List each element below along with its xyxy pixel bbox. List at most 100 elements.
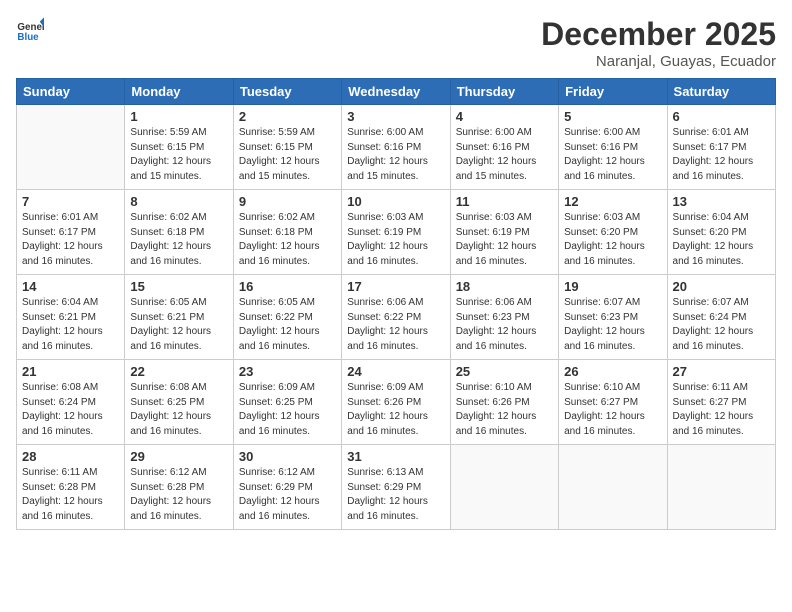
calendar-day-cell: 8Sunrise: 6:02 AM Sunset: 6:18 PM Daylig… xyxy=(125,190,233,275)
calendar-day-cell: 18 Sunrise: 6:06 AM Sunset: 6:23 PM Dayli… xyxy=(450,275,558,360)
day-info: Sunrise: 6:04 AM Sunset: 6:20 PM Dayligh… xyxy=(673,211,770,269)
calendar-day-cell: 29 Sunrise: 6:12 AM Sunset: 6:28 PM Dayli… xyxy=(125,445,233,530)
day-number: 22 xyxy=(130,364,227,379)
week-row-4: 21 Sunrise: 6:08 AM Sunset: 6:24 PM Dayli… xyxy=(17,360,776,445)
calendar-day-cell: 14 Sunrise: 6:04 AM Sunset: 6:21 PM Dayli… xyxy=(17,275,125,360)
calendar-day-cell: 30Sunrise: 6:12 AM Sunset: 6:29 PM Dayli… xyxy=(233,445,341,530)
location-subtitle: Naranjal, Guayas, Ecuador xyxy=(541,53,776,70)
day-info: Sunrise: 6:01 AM Sunset: 6:17 PM Dayligh… xyxy=(22,211,119,269)
day-info: Sunrise: 6:05 AM Sunset: 6:21 PM Dayligh… xyxy=(130,296,227,354)
day-info: Sunrise: 6:02 AM Sunset: 6:18 PM Dayligh… xyxy=(130,211,227,269)
calendar-day-cell: 15 Sunrise: 6:05 AM Sunset: 6:21 PM Dayli… xyxy=(125,275,233,360)
day-info: Sunrise: 5:59 AM Sunset: 6:15 PM Dayligh… xyxy=(239,126,336,184)
logo: General Blue xyxy=(16,16,44,44)
col-sunday: Sunday xyxy=(17,79,125,105)
calendar-day-cell: 11 Sunrise: 6:03 AM Sunset: 6:19 PM Dayli… xyxy=(450,190,558,275)
day-number: 27 xyxy=(673,364,770,379)
calendar-day-cell: 23 Sunrise: 6:09 AM Sunset: 6:25 PM Dayli… xyxy=(233,360,341,445)
week-row-1: 1Sunrise: 5:59 AM Sunset: 6:15 PM Daylig… xyxy=(17,105,776,190)
calendar-day-cell: 6Sunrise: 6:01 AM Sunset: 6:17 PM Daylig… xyxy=(667,105,775,190)
calendar-day-cell: 27 Sunrise: 6:11 AM Sunset: 6:27 PM Dayli… xyxy=(667,360,775,445)
day-info: Sunrise: 6:12 AM Sunset: 6:28 PM Dayligh… xyxy=(130,466,227,524)
day-info: Sunrise: 6:13 AM Sunset: 6:29 PM Dayligh… xyxy=(347,466,444,524)
calendar-day-cell: 10 Sunrise: 6:03 AM Sunset: 6:19 PM Dayli… xyxy=(342,190,450,275)
calendar-day-cell: 28 Sunrise: 6:11 AM Sunset: 6:28 PM Dayli… xyxy=(17,445,125,530)
calendar-day-cell: 12 Sunrise: 6:03 AM Sunset: 6:20 PM Dayli… xyxy=(559,190,667,275)
day-info: Sunrise: 6:04 AM Sunset: 6:21 PM Dayligh… xyxy=(22,296,119,354)
calendar-table: Sunday Monday Tuesday Wednesday Thursday… xyxy=(16,78,776,530)
day-info: Sunrise: 6:03 AM Sunset: 6:19 PM Dayligh… xyxy=(456,211,553,269)
day-info: Sunrise: 6:00 AM Sunset: 6:16 PM Dayligh… xyxy=(347,126,444,184)
month-year-title: December 2025 xyxy=(541,16,776,53)
calendar-day-cell: 20Sunrise: 6:07 AM Sunset: 6:24 PM Dayli… xyxy=(667,275,775,360)
calendar-day-cell xyxy=(667,445,775,530)
day-info: Sunrise: 6:11 AM Sunset: 6:28 PM Dayligh… xyxy=(22,466,119,524)
calendar-day-cell: 3 Sunrise: 6:00 AM Sunset: 6:16 PM Daylig… xyxy=(342,105,450,190)
day-number: 5 xyxy=(564,109,661,124)
calendar-day-cell: 26 Sunrise: 6:10 AM Sunset: 6:27 PM Dayli… xyxy=(559,360,667,445)
day-info: Sunrise: 6:11 AM Sunset: 6:27 PM Dayligh… xyxy=(673,381,770,439)
day-info: Sunrise: 6:00 AM Sunset: 6:16 PM Dayligh… xyxy=(564,126,661,184)
day-number: 11 xyxy=(456,194,553,209)
day-info: Sunrise: 6:00 AM Sunset: 6:16 PM Dayligh… xyxy=(456,126,553,184)
day-number: 9 xyxy=(239,194,336,209)
day-info: Sunrise: 6:03 AM Sunset: 6:20 PM Dayligh… xyxy=(564,211,661,269)
calendar-day-cell xyxy=(17,105,125,190)
week-row-2: 7 Sunrise: 6:01 AM Sunset: 6:17 PM Daylig… xyxy=(17,190,776,275)
calendar-day-cell: 31 Sunrise: 6:13 AM Sunset: 6:29 PM Dayli… xyxy=(342,445,450,530)
svg-text:Blue: Blue xyxy=(17,32,39,43)
day-info: Sunrise: 6:06 AM Sunset: 6:22 PM Dayligh… xyxy=(347,296,444,354)
day-info: Sunrise: 6:05 AM Sunset: 6:22 PM Dayligh… xyxy=(239,296,336,354)
day-number: 18 xyxy=(456,279,553,294)
day-number: 31 xyxy=(347,449,444,464)
day-number: 10 xyxy=(347,194,444,209)
day-info: Sunrise: 5:59 AM Sunset: 6:15 PM Dayligh… xyxy=(130,126,227,184)
day-number: 19 xyxy=(564,279,661,294)
day-number: 20 xyxy=(673,279,770,294)
day-number: 14 xyxy=(22,279,119,294)
calendar-day-cell: 22 Sunrise: 6:08 AM Sunset: 6:25 PM Dayli… xyxy=(125,360,233,445)
day-number: 25 xyxy=(456,364,553,379)
day-info: Sunrise: 6:03 AM Sunset: 6:19 PM Dayligh… xyxy=(347,211,444,269)
page-header: General Blue December 2025 Naranjal, Gua… xyxy=(16,16,776,70)
calendar-day-cell: 9 Sunrise: 6:02 AM Sunset: 6:18 PM Daylig… xyxy=(233,190,341,275)
calendar-day-cell xyxy=(559,445,667,530)
week-row-5: 28 Sunrise: 6:11 AM Sunset: 6:28 PM Dayli… xyxy=(17,445,776,530)
col-friday: Friday xyxy=(559,79,667,105)
day-info: Sunrise: 6:08 AM Sunset: 6:24 PM Dayligh… xyxy=(22,381,119,439)
calendar-day-cell: 13 Sunrise: 6:04 AM Sunset: 6:20 PM Dayli… xyxy=(667,190,775,275)
day-info: Sunrise: 6:02 AM Sunset: 6:18 PM Dayligh… xyxy=(239,211,336,269)
calendar-day-cell: 25Sunrise: 6:10 AM Sunset: 6:26 PM Dayli… xyxy=(450,360,558,445)
col-saturday: Saturday xyxy=(667,79,775,105)
day-number: 3 xyxy=(347,109,444,124)
day-number: 28 xyxy=(22,449,119,464)
calendar-day-cell: 24Sunrise: 6:09 AM Sunset: 6:26 PM Dayli… xyxy=(342,360,450,445)
day-info: Sunrise: 6:09 AM Sunset: 6:25 PM Dayligh… xyxy=(239,381,336,439)
day-info: Sunrise: 6:07 AM Sunset: 6:23 PM Dayligh… xyxy=(564,296,661,354)
day-info: Sunrise: 6:09 AM Sunset: 6:26 PM Dayligh… xyxy=(347,381,444,439)
calendar-day-cell: 19 Sunrise: 6:07 AM Sunset: 6:23 PM Dayli… xyxy=(559,275,667,360)
calendar-day-cell: 4 Sunrise: 6:00 AM Sunset: 6:16 PM Daylig… xyxy=(450,105,558,190)
day-number: 7 xyxy=(22,194,119,209)
col-wednesday: Wednesday xyxy=(342,79,450,105)
day-info: Sunrise: 6:08 AM Sunset: 6:25 PM Dayligh… xyxy=(130,381,227,439)
day-info: Sunrise: 6:06 AM Sunset: 6:23 PM Dayligh… xyxy=(456,296,553,354)
calendar-day-cell xyxy=(450,445,558,530)
col-monday: Monday xyxy=(125,79,233,105)
day-number: 12 xyxy=(564,194,661,209)
day-number: 13 xyxy=(673,194,770,209)
calendar-day-cell: 5 Sunrise: 6:00 AM Sunset: 6:16 PM Daylig… xyxy=(559,105,667,190)
day-number: 26 xyxy=(564,364,661,379)
day-number: 23 xyxy=(239,364,336,379)
day-number: 30 xyxy=(239,449,336,464)
day-number: 29 xyxy=(130,449,227,464)
day-number: 15 xyxy=(130,279,227,294)
calendar-day-cell: 1Sunrise: 5:59 AM Sunset: 6:15 PM Daylig… xyxy=(125,105,233,190)
calendar-day-cell: 17 Sunrise: 6:06 AM Sunset: 6:22 PM Dayli… xyxy=(342,275,450,360)
day-info: Sunrise: 6:01 AM Sunset: 6:17 PM Dayligh… xyxy=(673,126,770,184)
day-number: 21 xyxy=(22,364,119,379)
day-info: Sunrise: 6:10 AM Sunset: 6:27 PM Dayligh… xyxy=(564,381,661,439)
day-number: 4 xyxy=(456,109,553,124)
day-number: 17 xyxy=(347,279,444,294)
day-number: 2 xyxy=(239,109,336,124)
